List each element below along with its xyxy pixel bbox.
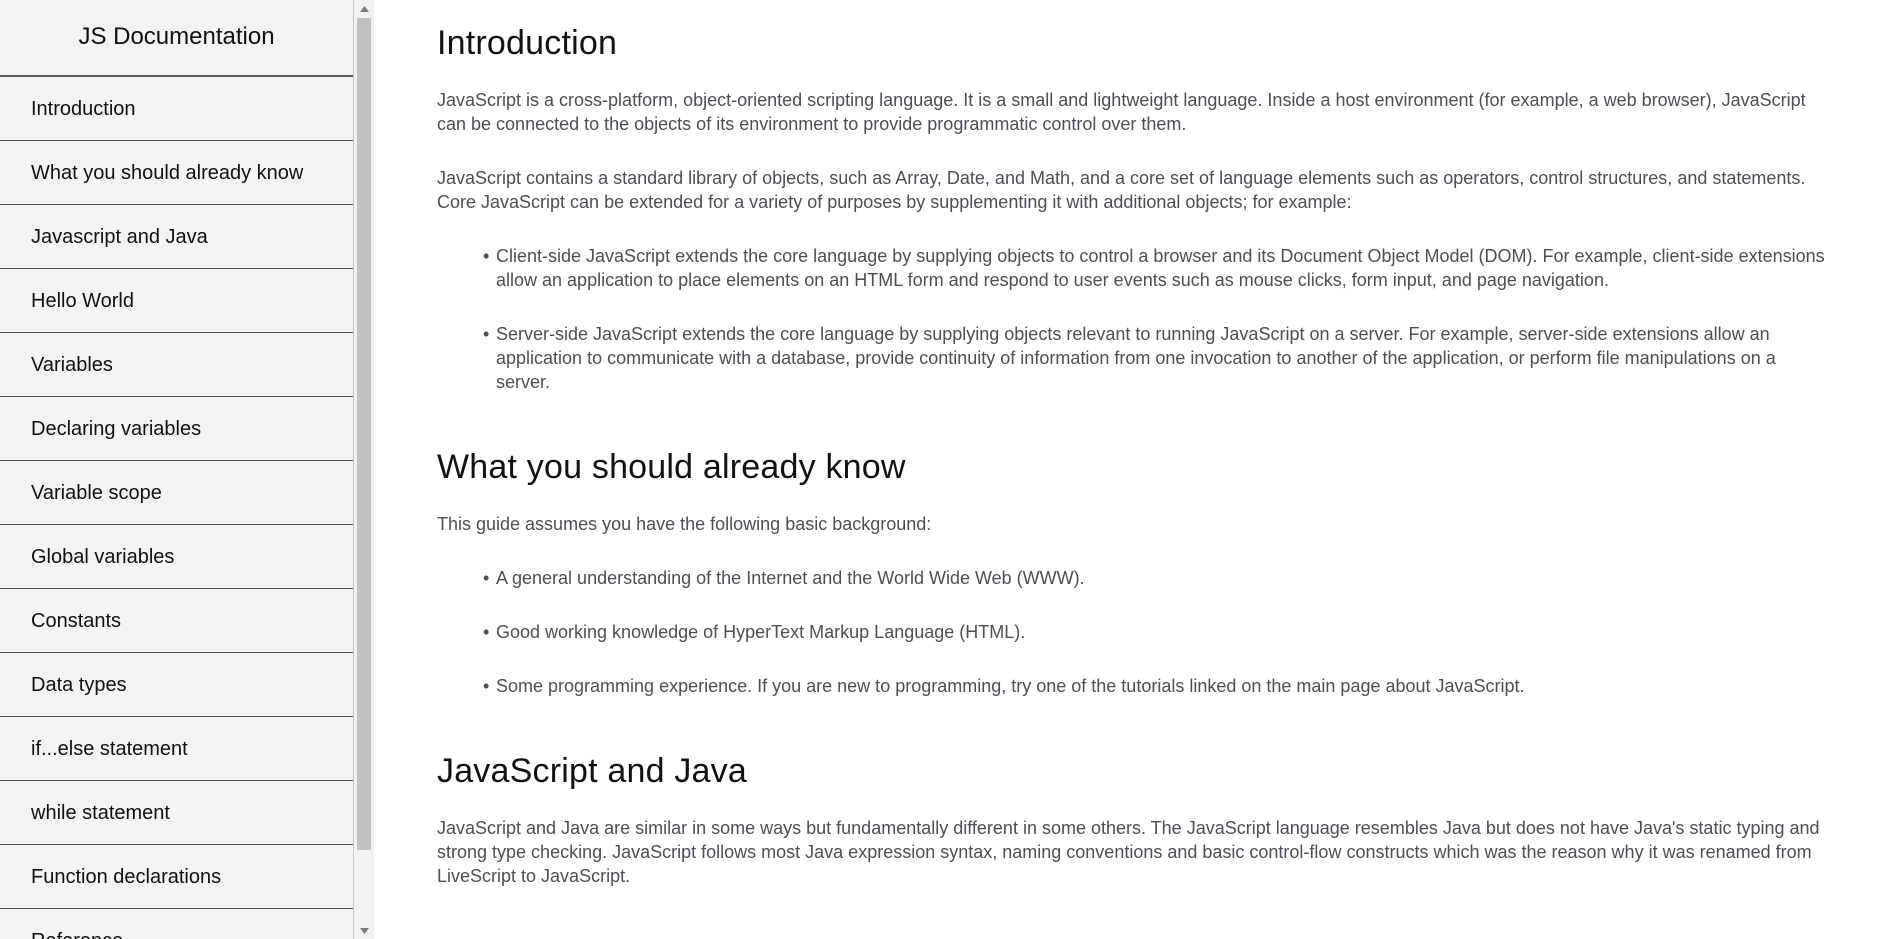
sidebar-item-reference[interactable]: Reference xyxy=(0,909,353,939)
list-item: A general understanding of the Internet … xyxy=(482,566,1827,590)
sidebar-item-constants[interactable]: Constants xyxy=(0,589,353,653)
scroll-up-arrow-icon[interactable] xyxy=(354,0,374,17)
section-title: What you should already know xyxy=(437,448,906,486)
section-paragraph: JavaScript contains a standard library o… xyxy=(437,168,1806,212)
sidebar-scroll-area[interactable]: JS Documentation Introduction What you s… xyxy=(0,0,354,939)
list-item: Good working knowledge of HyperText Mark… xyxy=(482,620,1827,644)
nav-list: Introduction What you should already kno… xyxy=(0,77,353,939)
sidebar-item-label: Variable scope xyxy=(31,482,162,504)
scroll-down-arrow-icon[interactable] xyxy=(354,922,374,939)
sidebar-nav: JS Documentation Introduction What you s… xyxy=(0,0,374,939)
section-paragraph: This guide assumes you have the followin… xyxy=(437,514,932,534)
sidebar-item-hello-world[interactable]: Hello World xyxy=(0,269,353,333)
section-title: JavaScript and Java xyxy=(437,752,747,790)
sidebar-item-global-variables[interactable]: Global variables xyxy=(0,525,353,589)
section-introduction: Introduction JavaScript is a cross-platf… xyxy=(437,24,1827,394)
sidebar-item-label: Function declarations xyxy=(31,866,222,888)
section-paragraph: JavaScript and Java are similar in some … xyxy=(437,818,1820,886)
sidebar-item-label: Hello World xyxy=(31,290,134,312)
sidebar-item-javascript-and-java[interactable]: Javascript and Java xyxy=(0,205,353,269)
app-window: JS Documentation Introduction What you s… xyxy=(0,0,1901,939)
sidebar-scrollbar[interactable] xyxy=(354,0,374,939)
sidebar-item-while-statement[interactable]: while statement xyxy=(0,781,353,845)
sidebar-item-label: What you should already know xyxy=(31,162,304,184)
sidebar-item-introduction[interactable]: Introduction xyxy=(0,77,353,141)
sidebar-item-label: Declaring variables xyxy=(31,418,202,440)
sidebar-item-label: Variables xyxy=(31,354,113,376)
section-what-you-should-already-know: What you should already know This guide … xyxy=(437,448,1827,698)
sidebar-item-label: Constants xyxy=(31,610,122,632)
sidebar-item-label: while statement xyxy=(31,802,170,824)
sidebar-item-declaring-variables[interactable]: Declaring variables xyxy=(0,397,353,461)
section-paragraph: JavaScript is a cross-platform, object-o… xyxy=(437,90,1806,134)
sidebar-title: JS Documentation xyxy=(0,0,353,77)
list-item: Client-side JavaScript extends the core … xyxy=(482,244,1827,292)
sidebar-item-if-else-statement[interactable]: if...else statement xyxy=(0,717,353,781)
sidebar-item-label: Introduction xyxy=(31,98,136,120)
section-javascript-and-java: JavaScript and Java JavaScript and Java … xyxy=(437,752,1827,888)
scrollbar-thumb[interactable] xyxy=(357,18,371,850)
bullet-list: Client-side JavaScript extends the core … xyxy=(437,244,1827,394)
sidebar-item-label: if...else statement xyxy=(31,738,188,760)
sidebar-item-label: Data types xyxy=(31,674,127,696)
sidebar-item-what-you-should-already-know[interactable]: What you should already know xyxy=(0,141,353,205)
list-item: Server-side JavaScript extends the core … xyxy=(482,322,1827,394)
sidebar-item-variable-scope[interactable]: Variable scope xyxy=(0,461,353,525)
list-item: Some programming experience. If you are … xyxy=(482,674,1827,698)
sidebar-item-label: Javascript and Java xyxy=(31,226,208,248)
sidebar-item-label: Reference xyxy=(31,930,123,939)
section-title: Introduction xyxy=(437,24,618,62)
main-content[interactable]: Introduction JavaScript is a cross-platf… xyxy=(437,0,1827,939)
sidebar-item-variables[interactable]: Variables xyxy=(0,333,353,397)
bullet-list: A general understanding of the Internet … xyxy=(437,566,1827,698)
sidebar-item-label: Global variables xyxy=(31,546,175,568)
sidebar-item-data-types[interactable]: Data types xyxy=(0,653,353,717)
sidebar-item-function-declarations[interactable]: Function declarations xyxy=(0,845,353,909)
